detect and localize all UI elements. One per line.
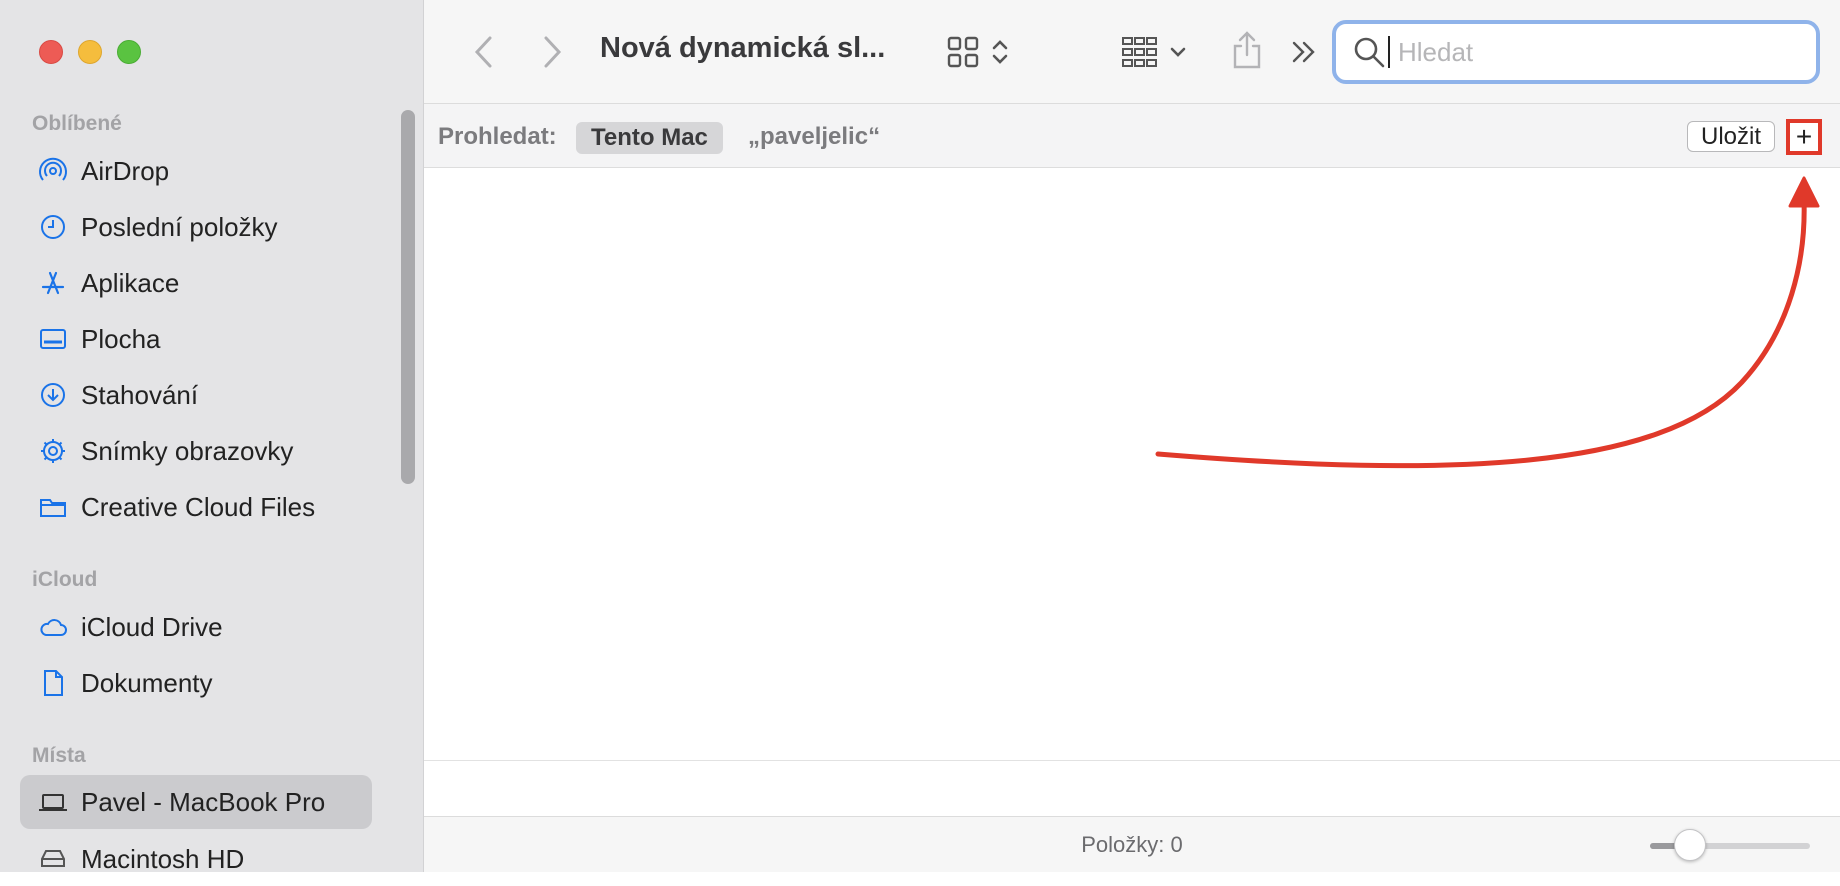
scope-this-mac-button[interactable]: Tento Mac xyxy=(576,122,723,154)
double-chevron-right-icon xyxy=(1292,41,1315,63)
close-window-button[interactable] xyxy=(39,40,63,64)
share-button[interactable] xyxy=(1224,26,1270,74)
chevron-down-icon xyxy=(1170,47,1186,57)
document-icon xyxy=(36,666,70,700)
section-favorites-label: Oblíbené xyxy=(32,112,122,135)
sidebar-item-macbook-pro[interactable]: Pavel - MacBook Pro xyxy=(20,775,372,829)
group-icon xyxy=(1122,37,1157,67)
back-button[interactable] xyxy=(464,32,504,72)
zoom-window-button[interactable] xyxy=(117,40,141,64)
status-bar: Položky: 0 xyxy=(424,816,1840,872)
sidebar-item-screenshots[interactable]: Snímky obrazovky xyxy=(20,424,372,478)
text-caret xyxy=(1388,36,1390,68)
item-count: Položky: 0 xyxy=(1081,832,1183,857)
window-title: Nová dynamická sl... xyxy=(600,32,886,64)
view-mode-button[interactable] xyxy=(938,30,1018,74)
sidebar-item-creative-cloud[interactable]: Creative Cloud Files xyxy=(20,480,372,534)
scope-label: Prohledat: xyxy=(438,123,557,150)
results-area[interactable] xyxy=(424,168,1840,760)
toolbar: Nová dynamická sl... xyxy=(424,0,1840,104)
add-criteria-button[interactable]: + xyxy=(1786,119,1822,155)
slider-knob[interactable] xyxy=(1674,829,1706,861)
chevron-left-icon xyxy=(474,36,492,68)
grid-view-icon xyxy=(947,36,979,68)
sidebar-item-airdrop[interactable]: AirDrop xyxy=(20,144,372,198)
applications-icon xyxy=(36,266,70,300)
forward-button[interactable] xyxy=(532,32,572,72)
section-icloud-label: iCloud xyxy=(32,568,98,591)
scope-user-folder-button[interactable]: „paveljelic“ xyxy=(748,123,880,151)
sidebar-item-label: Creative Cloud Files xyxy=(81,491,316,522)
sidebar-item-label: Stahování xyxy=(81,379,199,410)
sidebar-item-label: Plocha xyxy=(81,323,161,354)
sidebar-item-label: iCloud Drive xyxy=(81,611,223,642)
window-controls xyxy=(39,40,141,64)
minimize-window-button[interactable] xyxy=(78,40,102,64)
disk-icon xyxy=(36,842,70,876)
sidebar-item-label: Snímky obrazovky xyxy=(81,435,294,466)
sidebar-item-label: Pavel - MacBook Pro xyxy=(81,786,326,817)
divider xyxy=(424,760,1840,761)
cloud-icon xyxy=(36,610,70,644)
section-locations-label: Místa xyxy=(32,744,86,767)
sidebar-item-desktop[interactable]: Plocha xyxy=(20,312,372,366)
sidebar-scrollbar[interactable] xyxy=(401,110,415,484)
sidebar: Oblíbené AirDrop Poslední položky Aplika… xyxy=(0,0,424,874)
folder-icon xyxy=(36,490,70,524)
sidebar-item-downloads[interactable]: Stahování xyxy=(20,368,372,422)
download-icon xyxy=(36,378,70,412)
chevron-right-icon xyxy=(544,36,562,68)
search-input[interactable] xyxy=(1396,35,1780,69)
sidebar-item-label: AirDrop xyxy=(81,155,170,186)
sidebar-item-macintosh-hd[interactable]: Macintosh HD xyxy=(20,832,372,886)
save-search-button[interactable]: Uložit xyxy=(1687,121,1776,152)
sidebar-item-label: Macintosh HD xyxy=(81,843,245,874)
more-toolbar-button[interactable] xyxy=(1286,34,1322,70)
sidebar-item-label: Dokumenty xyxy=(81,667,213,698)
sidebar-item-label: Aplikace xyxy=(81,267,180,298)
desktop-icon xyxy=(36,322,70,356)
sidebar-item-documents[interactable]: Dokumenty xyxy=(20,656,372,710)
gear-icon xyxy=(36,434,70,468)
chevron-updown-icon xyxy=(992,40,1008,64)
group-by-button[interactable] xyxy=(1114,30,1194,74)
share-icon xyxy=(1233,31,1261,69)
sidebar-item-recents[interactable]: Poslední položky xyxy=(20,200,372,254)
laptop-icon xyxy=(36,785,70,819)
sidebar-item-applications[interactable]: Aplikace xyxy=(20,256,372,310)
search-icon xyxy=(1354,37,1385,68)
sidebar-item-icloud-drive[interactable]: iCloud Drive xyxy=(20,600,372,654)
sidebar-item-label: Poslední položky xyxy=(81,211,278,242)
search-field[interactable] xyxy=(1332,20,1820,84)
search-scope-bar: Prohledat: Tento Mac „paveljelic“ Uložit… xyxy=(424,104,1840,168)
airdrop-icon xyxy=(36,154,70,188)
clock-icon xyxy=(36,210,70,244)
